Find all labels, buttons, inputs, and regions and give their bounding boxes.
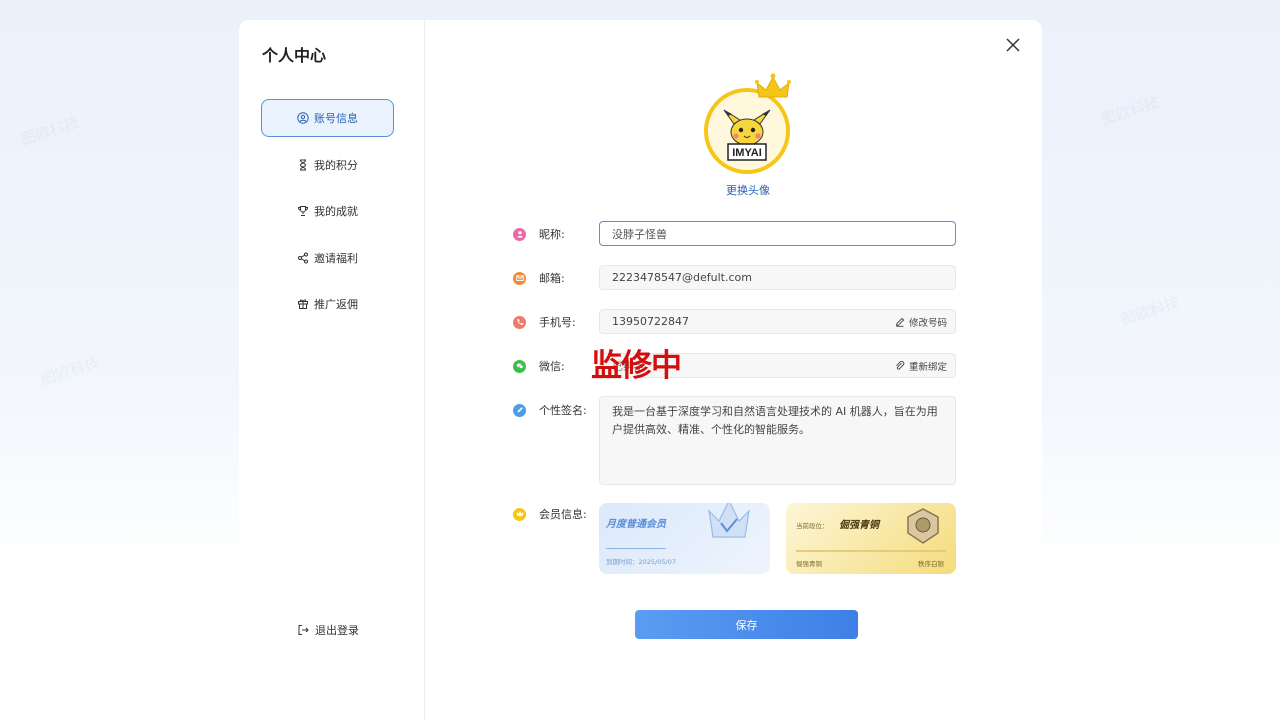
sidebar: 个人中心 账号信息 我的积分 我的成就 邀请福利 推广返佣 退出登录 bbox=[239, 20, 425, 720]
email-label: 邮箱: bbox=[539, 272, 565, 285]
rebind-wechat-button[interactable]: 重新绑定 bbox=[895, 354, 947, 377]
watermark: 图欧科技 bbox=[18, 113, 82, 149]
mail-icon bbox=[513, 271, 526, 285]
change-avatar-link[interactable]: 更换头像 bbox=[706, 182, 790, 198]
logout-button[interactable]: 退出登录 bbox=[297, 622, 359, 638]
sidebar-item-label: 账号信息 bbox=[314, 112, 358, 125]
edit-icon bbox=[895, 317, 905, 327]
rebind-wechat-label: 重新绑定 bbox=[908, 361, 947, 373]
phone-field: 13950722847 修改号码 bbox=[599, 309, 956, 334]
signature-label-row: 个性签名: bbox=[513, 402, 587, 418]
avatar-logo-text: IMYAI bbox=[732, 147, 762, 159]
maintenance-stamp: 监修中 bbox=[591, 348, 682, 384]
rank-title: 倔强青铜 bbox=[839, 520, 879, 531]
nickname-input[interactable]: 没脖子怪兽 bbox=[599, 221, 956, 246]
diamond-crown-icon bbox=[708, 503, 750, 538]
share-icon bbox=[298, 252, 308, 263]
sidebar-item-label: 推广返佣 bbox=[314, 298, 358, 311]
membership-card[interactable]: 月度普通会员 到期时间：2025/05/07 bbox=[599, 503, 770, 574]
email-field[interactable]: 2223478547@defult.com bbox=[599, 265, 956, 290]
pen-icon bbox=[513, 403, 526, 417]
signature-textarea[interactable]: 我是一台基于深度学习和自然语言处理技术的 AI 机器人，旨在为用户提供高效、精准… bbox=[599, 396, 956, 485]
close-icon[interactable] bbox=[1004, 36, 1022, 54]
phone-label-row: 手机号: bbox=[513, 314, 576, 330]
watermark: 图欧科技 bbox=[1118, 293, 1182, 329]
membership-card-title: 月度普通会员 bbox=[606, 519, 666, 530]
pikachu-avatar-image: IMYAI bbox=[708, 92, 786, 170]
sidebar-item-commission[interactable]: 推广返佣 bbox=[261, 285, 394, 323]
membership-label: 会员信息: bbox=[539, 508, 587, 521]
logout-label: 退出登录 bbox=[315, 624, 359, 637]
user-circle-icon bbox=[297, 112, 309, 124]
sidebar-title: 个人中心 bbox=[262, 46, 327, 65]
membership-label-row: 会员信息: bbox=[513, 506, 587, 522]
signature-label: 个性签名: bbox=[539, 404, 587, 417]
crown-small-icon bbox=[513, 507, 526, 521]
profile-modal: 个人中心 账号信息 我的积分 我的成就 邀请福利 推广返佣 退出登录 IMYAI… bbox=[239, 20, 1042, 720]
sidebar-item-label: 我的积分 bbox=[314, 158, 358, 172]
user-icon bbox=[513, 227, 526, 241]
phone-icon bbox=[513, 315, 526, 329]
nickname-label: 昵称: bbox=[539, 228, 565, 241]
phone-label: 手机号: bbox=[539, 316, 576, 329]
save-button[interactable]: 保存 bbox=[635, 610, 858, 639]
sidebar-item-invite[interactable]: 邀请福利 bbox=[261, 239, 394, 277]
membership-expiry: 到期时间：2025/05/07 bbox=[606, 558, 676, 566]
rank-prefix: 当前段位： bbox=[796, 522, 829, 530]
link-icon bbox=[896, 360, 905, 370]
rank-progress-track bbox=[796, 550, 946, 552]
sidebar-item-account[interactable]: 账号信息 bbox=[261, 99, 394, 137]
sidebar-item-label: 邀请福利 bbox=[314, 251, 358, 265]
sidebar-item-points[interactable]: 我的积分 bbox=[261, 146, 394, 184]
wechat-label: 微信: bbox=[539, 360, 565, 373]
watermark: 图欧科技 bbox=[1098, 93, 1162, 129]
wechat-icon bbox=[513, 359, 526, 373]
email-label-row: 邮箱: bbox=[513, 270, 565, 286]
bronze-badge-icon bbox=[907, 508, 939, 544]
trophy-icon bbox=[297, 206, 309, 216]
sidebar-nav: 账号信息 我的积分 我的成就 邀请福利 推广返佣 bbox=[261, 99, 394, 332]
phone-value: 13950722847 bbox=[612, 315, 689, 328]
sidebar-item-achievements[interactable]: 我的成就 bbox=[261, 192, 394, 230]
membership-progress-line bbox=[606, 548, 666, 549]
logout-icon bbox=[298, 625, 309, 635]
rank-current: 倔强青铜 bbox=[796, 560, 822, 568]
sidebar-item-label: 我的成就 bbox=[314, 205, 358, 218]
crown-icon bbox=[755, 73, 791, 98]
change-phone-label: 修改号码 bbox=[908, 317, 947, 329]
nickname-label-row: 昵称: bbox=[513, 226, 565, 242]
rank-card[interactable]: 当前段位： 倔强青铜 倔强青铜 秩序白银 bbox=[786, 503, 956, 574]
watermark: 图欧科技 bbox=[38, 353, 102, 389]
change-phone-button[interactable]: 修改号码 bbox=[895, 310, 947, 333]
gift-icon bbox=[298, 299, 308, 309]
hourglass-icon bbox=[299, 159, 307, 170]
wechat-label-row: 微信: bbox=[513, 358, 565, 374]
rank-next: 秩序白银 bbox=[918, 560, 944, 568]
